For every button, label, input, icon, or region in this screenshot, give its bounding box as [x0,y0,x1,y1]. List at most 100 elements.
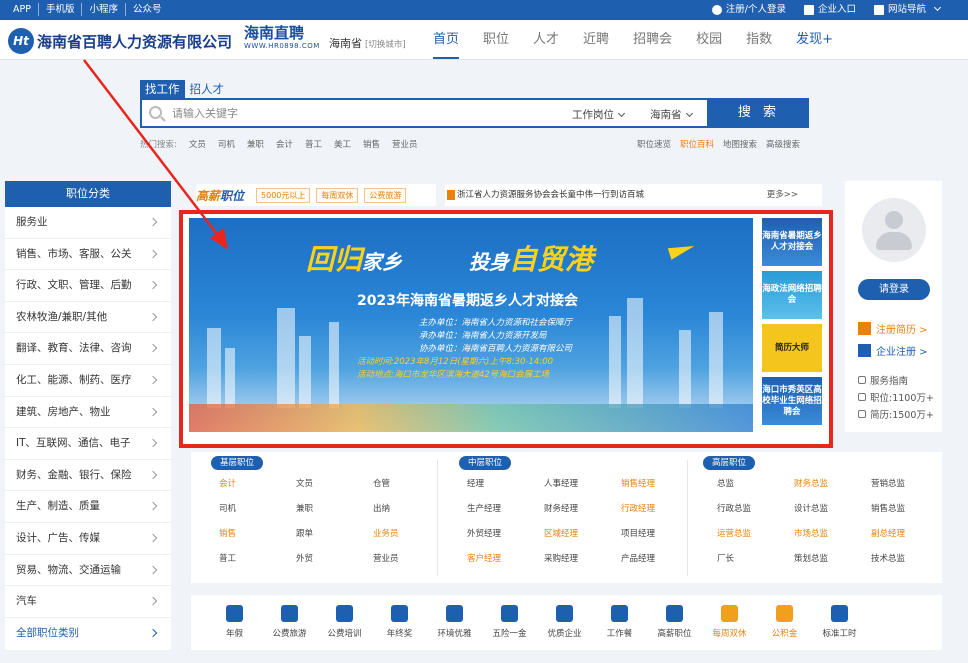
nav-home[interactable]: 首页 [433,30,460,59]
basic-job-link[interactable]: 仓管 [373,479,450,490]
city-selector[interactable]: 海南省 [切换城市] [329,35,406,51]
senior-job-link[interactable]: 技术总监 [871,554,948,565]
category-item[interactable]: 行政、文职、管理、后勤 [5,270,171,302]
nav-jobs[interactable]: 职位 [483,30,509,50]
senior-job-link[interactable]: 厂长 [717,554,794,565]
hot-term[interactable]: 司机 [218,138,235,150]
category-item[interactable]: 销售、市场、客服、公关 [5,239,171,271]
middle-job-link[interactable]: 采购经理 [544,554,621,565]
job-wiki-link[interactable]: 职位百科 [680,138,714,150]
basic-job-link[interactable]: 外贸 [296,554,373,565]
benefit-item[interactable]: 公积金 [757,595,812,650]
register-login-link[interactable]: 注册/个人登录 [711,3,786,16]
middle-job-link[interactable]: 人事经理 [544,479,621,490]
all-categories-link[interactable]: 全部职位类别 [5,618,171,648]
benefit-item[interactable]: 高薪职位 [647,595,702,650]
high-salary-brand[interactable]: 高薪职位 [196,187,244,204]
register-company-link[interactable]: 企业注册 > [858,343,928,358]
nav-job-fair[interactable]: 招聘会 [633,30,672,50]
benefit-item[interactable]: 公费旅游 [262,595,317,650]
site-nav-link[interactable]: 网站导航 [873,3,942,16]
hot-term[interactable]: 美工 [334,138,351,150]
benefit-item[interactable]: 标准工时 [812,595,867,650]
middle-job-link[interactable]: 客户经理 [467,554,544,565]
basic-job-link[interactable]: 销售 [219,529,296,540]
main-banner[interactable]: 回归家乡 投身自贸港 2023年海南省暑期返乡人才对接会 主办单位：海南省人力资… [189,218,753,432]
login-button[interactable]: 请登录 [858,279,930,300]
benefit-item[interactable]: 五险一金 [482,595,537,650]
miniprogram-link[interactable]: 小程序 [82,3,126,16]
promo-tag[interactable]: 5000元以上 [256,187,311,203]
benefit-item[interactable]: 每周双休 [702,595,757,650]
tab-find-job[interactable]: 找工作 [140,80,185,98]
middle-job-link[interactable]: 外贸经理 [467,529,544,540]
benefit-item[interactable]: 年假 [207,595,262,650]
category-item[interactable]: 汽车 [5,586,171,618]
senior-job-link[interactable]: 运营总监 [717,529,794,540]
basic-job-link[interactable]: 会计 [219,479,296,490]
side-ad[interactable]: 海政法网络招聘会 [762,271,822,319]
basic-job-link[interactable]: 营业员 [373,554,450,565]
benefit-item[interactable]: 年终奖 [372,595,427,650]
hot-term[interactable]: 普工 [305,138,322,150]
news-text[interactable]: 浙江省人力资源服务协会会长童中伟一行到访百城 [457,190,644,200]
job-overview-link[interactable]: 职位速览 [637,138,671,150]
benefit-item[interactable]: 公费培训 [317,595,372,650]
category-item[interactable]: 农林牧渔/兼职/其他 [5,302,171,334]
company-name[interactable]: 海南省百聘人力资源有限公司 [37,31,232,52]
search-input[interactable] [172,105,552,121]
middle-job-link[interactable]: 生产经理 [467,504,544,515]
map-search-link[interactable]: 地图搜索 [723,138,757,150]
register-resume-link[interactable]: 注册简历 > [858,321,928,336]
nav-index[interactable]: 指数 [746,30,772,50]
senior-job-link[interactable]: 行政总监 [717,504,794,515]
benefit-item[interactable]: 工作餐 [592,595,647,650]
basic-job-link[interactable]: 司机 [219,504,296,515]
brand-logo[interactable]: 海南直聘 WWW.HR0898.COM [244,24,319,50]
category-item[interactable]: 翻译、教育、法律、咨询 [5,333,171,365]
middle-job-link[interactable]: 区域经理 [544,529,621,540]
nav-campus[interactable]: 校园 [696,30,722,50]
senior-job-link[interactable]: 市场总监 [794,529,871,540]
more-link[interactable]: 更多>> [767,184,798,206]
category-item[interactable]: 贸易、物流、交通运输 [5,555,171,587]
category-item[interactable]: 财务、金融、银行、保险 [5,460,171,492]
senior-job-link[interactable]: 财务总监 [794,479,871,490]
nav-recent[interactable]: 近聘 [583,30,609,50]
app-link[interactable]: APP [6,3,39,16]
senior-job-link[interactable]: 总监 [717,479,794,490]
hot-term[interactable]: 会计 [276,138,293,150]
nav-discover[interactable]: 发现+ [796,30,833,50]
basic-job-link[interactable]: 跟单 [296,529,373,540]
middle-job-link[interactable]: 财务经理 [544,504,621,515]
category-item[interactable]: 化工、能源、制药、医疗 [5,365,171,397]
promo-tag[interactable]: 公费旅游 [364,187,407,203]
basic-job-link[interactable]: 出纳 [373,504,450,515]
side-ad[interactable]: 简历大师 [762,324,822,372]
promo-tag[interactable]: 每周双休 [316,187,359,203]
senior-job-link[interactable]: 营销总监 [871,479,948,490]
advanced-search-link[interactable]: 高级搜索 [766,138,800,150]
senior-job-link[interactable]: 副总经理 [871,529,948,540]
city-switch[interactable]: [切换城市] [365,40,406,50]
senior-job-link[interactable]: 策划总监 [794,554,871,565]
basic-job-link[interactable]: 业务员 [373,529,450,540]
category-item[interactable]: 生产、制造、质量 [5,491,171,523]
category-item[interactable]: 建筑、房地产、物业 [5,397,171,429]
middle-job-link[interactable]: 经理 [467,479,544,490]
official-account-link[interactable]: 公众号 [126,3,169,16]
basic-job-link[interactable]: 普工 [219,554,296,565]
region-select[interactable]: 海南省 [650,107,693,122]
category-item[interactable]: 服务业 [5,207,171,239]
benefit-item[interactable]: 环境优雅 [427,595,482,650]
job-type-select[interactable]: 工作岗位 [572,107,626,122]
basic-job-link[interactable]: 兼职 [296,504,373,515]
service-guide-link[interactable]: 服务指南 [858,373,908,387]
mobile-link[interactable]: 手机版 [39,3,83,16]
enterprise-entry-link[interactable]: 企业入口 [803,3,856,16]
nav-talent[interactable]: 人才 [533,30,559,50]
category-item[interactable]: 设计、广告、传媒 [5,523,171,555]
senior-job-link[interactable]: 销售总监 [871,504,948,515]
benefit-item[interactable]: 优质企业 [537,595,592,650]
logo-badge[interactable]: Ht [8,28,34,54]
